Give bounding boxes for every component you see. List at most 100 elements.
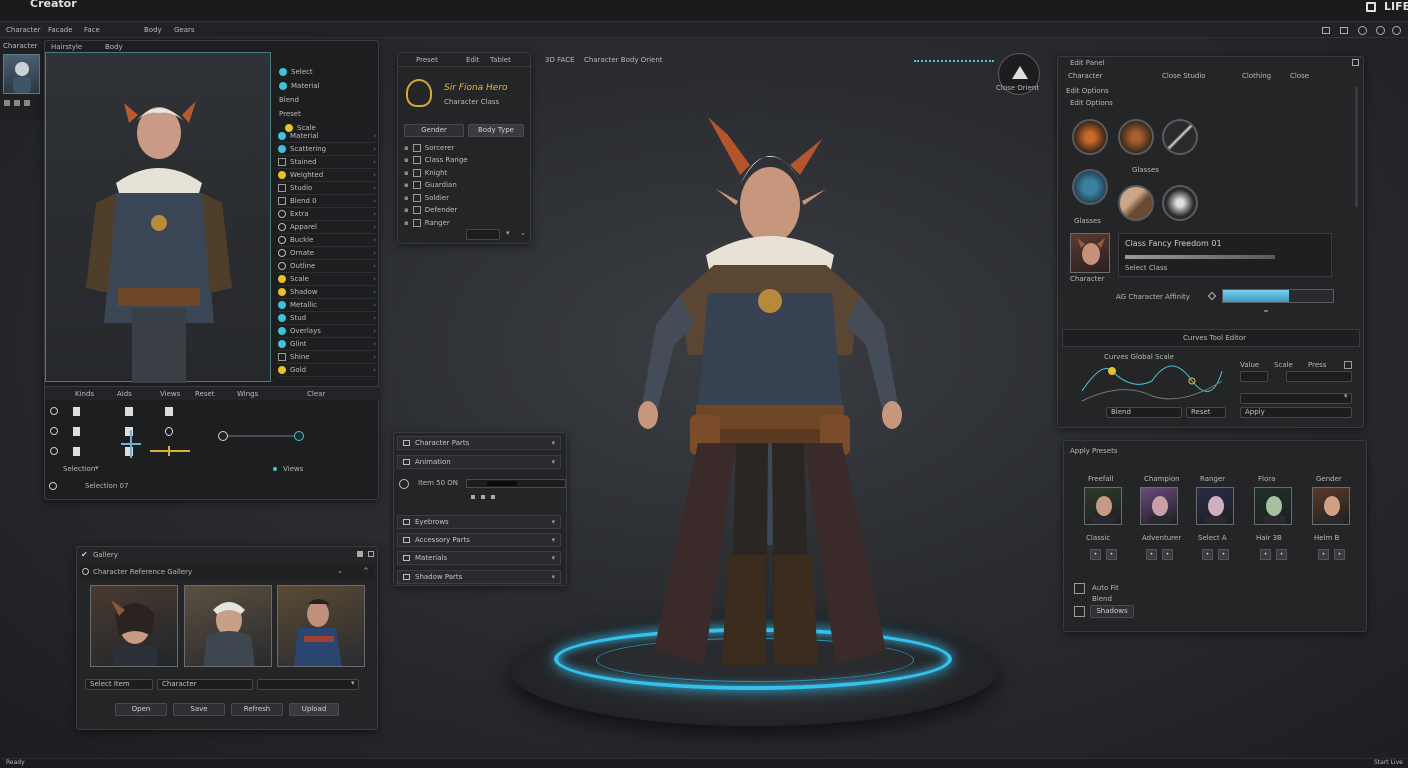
gender-button[interactable]: Gender <box>404 124 464 137</box>
playback-dot-icon[interactable] <box>481 495 485 499</box>
list-item[interactable]: Studio › <box>278 182 376 195</box>
target-icon[interactable] <box>399 479 409 489</box>
increment-button[interactable]: • <box>1162 549 1173 560</box>
preset-head-thumb[interactable] <box>1254 487 1292 525</box>
toolbar-item[interactable]: Wings <box>237 390 258 398</box>
layer-icon[interactable] <box>125 407 133 416</box>
preset-head-thumb[interactable] <box>1196 487 1234 525</box>
list-item[interactable]: Outline › <box>278 260 376 273</box>
move-icon[interactable] <box>50 407 58 415</box>
save-button[interactable]: Save <box>173 703 225 716</box>
tab-character[interactable]: Character <box>1068 72 1103 80</box>
list-item[interactable]: Stained › <box>278 156 376 169</box>
toolbar-item[interactable]: Kinds <box>75 390 94 398</box>
curve-preset-dropdown[interactable] <box>1240 393 1352 404</box>
dropdown-arrow-icon[interactable]: ▾ <box>351 679 355 687</box>
preset-head-thumb[interactable] <box>1312 487 1350 525</box>
toolbar-item[interactable]: Views <box>160 390 180 398</box>
settings-icon[interactable] <box>1358 26 1367 35</box>
curve-checkbox-icon[interactable] <box>1344 361 1352 369</box>
tab-preset[interactable]: Preset <box>416 56 438 64</box>
sun-emblem-icon[interactable] <box>1118 119 1154 155</box>
playback-dot-icon[interactable] <box>491 495 495 499</box>
open-button[interactable]: Open <box>115 703 167 716</box>
reset-field[interactable]: Reset <box>1186 407 1226 418</box>
close-icon[interactable] <box>1392 26 1401 35</box>
dropdown-arrow-icon[interactable]: ▾ <box>95 464 99 472</box>
scale-icon[interactable] <box>50 447 58 455</box>
option-label[interactable]: Material <box>291 82 319 90</box>
list-item[interactable]: ▪ Soldier <box>404 191 449 204</box>
page-icon[interactable] <box>73 427 80 436</box>
dropdown-arrow-icon[interactable]: ▾ <box>1344 392 1348 400</box>
decrement-button[interactable]: • <box>1202 549 1213 560</box>
accordion-item[interactable]: Character Parts ▾ <box>397 436 561 450</box>
list-item[interactable]: ▪ Sorcerer <box>404 141 454 154</box>
list-item[interactable]: Shine › <box>278 351 376 364</box>
menu-item-face[interactable]: Face <box>84 26 100 34</box>
list-item[interactable]: Weighted › <box>278 169 376 182</box>
sort-icon[interactable]: ⌄ <box>337 567 343 575</box>
gear-icon[interactable] <box>165 427 173 436</box>
minimize-icon[interactable] <box>1322 27 1330 34</box>
list-item[interactable]: ▪ Ranger <box>404 216 450 229</box>
preset-head-thumb[interactable] <box>1140 487 1178 525</box>
avatar-control-icon[interactable] <box>4 100 10 106</box>
range-slider[interactable] <box>218 431 304 441</box>
feather-icon[interactable] <box>1118 185 1154 221</box>
shadows-checkbox-icon[interactable] <box>1074 606 1085 617</box>
accordion-item[interactable]: Shadow Parts ▾ <box>397 570 561 584</box>
avatar-expand-icon[interactable] <box>14 100 20 106</box>
option-label[interactable]: Select <box>291 68 313 76</box>
fire-emblem-icon[interactable] <box>1072 119 1108 155</box>
menu-item-body[interactable]: Body <box>144 26 162 34</box>
gallery-field[interactable]: Select Item <box>85 679 153 690</box>
list-item[interactable]: Apparel › <box>278 221 376 234</box>
list-item[interactable]: Ornate › <box>278 247 376 260</box>
list-item[interactable]: Buckle › <box>278 234 376 247</box>
preset-footer-arrow-icon[interactable]: ▾ <box>506 229 510 237</box>
list-item[interactable]: ▪ Knight <box>404 166 447 179</box>
page-icon[interactable] <box>73 407 80 416</box>
apply-field[interactable]: Apply <box>1240 407 1352 418</box>
collapse-icon[interactable]: ^ <box>363 567 369 575</box>
list-item[interactable]: ▪ Guardian <box>404 179 457 192</box>
viewport[interactable]: 3D FACE Character Body Orient Close Orie… <box>511 50 1055 726</box>
list-item[interactable]: Metallic › <box>278 299 376 312</box>
accordion-item[interactable]: Eyebrows ▾ <box>397 515 561 529</box>
diamond-icon[interactable] <box>1207 291 1217 301</box>
toolbar-item[interactable]: Aids <box>117 390 132 398</box>
sword-icon[interactable] <box>1162 119 1198 155</box>
target-icon[interactable] <box>49 482 57 490</box>
preset-head-thumb[interactable] <box>1084 487 1122 525</box>
increment-button[interactable]: • <box>1106 549 1117 560</box>
gallery-thumb[interactable] <box>90 585 178 667</box>
menu-item-gears[interactable]: Gears <box>174 26 195 34</box>
list-item[interactable]: Gold › <box>278 364 376 377</box>
water-icon[interactable] <box>1072 169 1108 205</box>
refresh-button[interactable]: Refresh <box>231 703 283 716</box>
gallery-thumb[interactable] <box>184 585 272 667</box>
restore-icon[interactable] <box>1340 27 1348 34</box>
curve-value-field[interactable] <box>1240 371 1268 382</box>
gallery-field-2[interactable]: Character <box>157 679 253 690</box>
arrow-icon[interactable] <box>1162 185 1198 221</box>
auto-fit-checkbox-icon[interactable] <box>1074 583 1085 594</box>
toolbar-item[interactable]: Clear <box>307 390 325 398</box>
shadows-button[interactable]: Shadows <box>1090 605 1134 618</box>
scroll-bar[interactable] <box>1355 87 1358 207</box>
toolbar-item[interactable]: Reset <box>195 390 215 398</box>
page-icon[interactable] <box>73 447 80 456</box>
increment-button[interactable]: • <box>1276 549 1287 560</box>
decrement-button[interactable]: • <box>1318 549 1329 560</box>
menu-item-facade[interactable]: Facade <box>48 26 73 34</box>
checkbox-icon[interactable] <box>412 143 421 152</box>
bookmark-icon[interactable] <box>165 407 173 416</box>
menu-item-character[interactable]: Character <box>6 26 41 34</box>
checkbox-icon[interactable] <box>412 181 421 189</box>
checkbox-icon[interactable] <box>412 218 421 227</box>
list-item[interactable]: Material › <box>278 130 376 143</box>
upload-button[interactable]: Upload <box>289 703 339 716</box>
checkbox-icon[interactable] <box>412 156 421 164</box>
checkbox-icon[interactable] <box>412 206 421 214</box>
